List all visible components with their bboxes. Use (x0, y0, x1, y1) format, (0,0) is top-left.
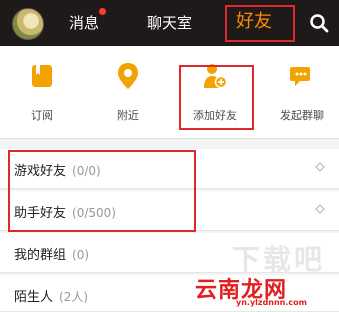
highlight-box-friends-tab (225, 5, 295, 42)
location-pin-icon (118, 63, 138, 89)
search-icon[interactable] (309, 13, 329, 33)
unread-dot (99, 8, 106, 15)
list-item-count: (0) (72, 248, 90, 262)
start-group-chat-button[interactable]: 发起群聊 (262, 46, 339, 138)
highlight-box-friend-groups (8, 150, 196, 232)
top-bar: 消息 聊天室 好友 (0, 0, 339, 46)
expand-icon (315, 204, 325, 214)
group-chat-icon (290, 67, 310, 86)
nearby-button[interactable]: 附近 (88, 46, 168, 138)
subscribe-icon (32, 65, 52, 87)
tab-messages[interactable]: 消息 (69, 13, 99, 33)
highlight-box-add-friend (179, 65, 254, 130)
list-item-label: 我的群组 (0) (14, 248, 90, 263)
subscribe-label: 订阅 (31, 109, 53, 122)
group-chat-label: 发起群聊 (280, 109, 324, 122)
quick-actions: 订阅 附近 添加好友 发起群聊 (0, 46, 339, 139)
subscribe-button[interactable]: 订阅 (2, 46, 82, 138)
tab-chatroom[interactable]: 聊天室 (147, 13, 192, 33)
nearby-label: 附近 (117, 109, 139, 122)
expand-icon (315, 162, 325, 172)
list-item-label: 陌生人 (2人) (14, 290, 89, 305)
list-item-count: (2人) (59, 290, 89, 304)
watermark-url: yn.ylzdnnn.com (236, 298, 307, 307)
avatar[interactable] (12, 8, 44, 40)
